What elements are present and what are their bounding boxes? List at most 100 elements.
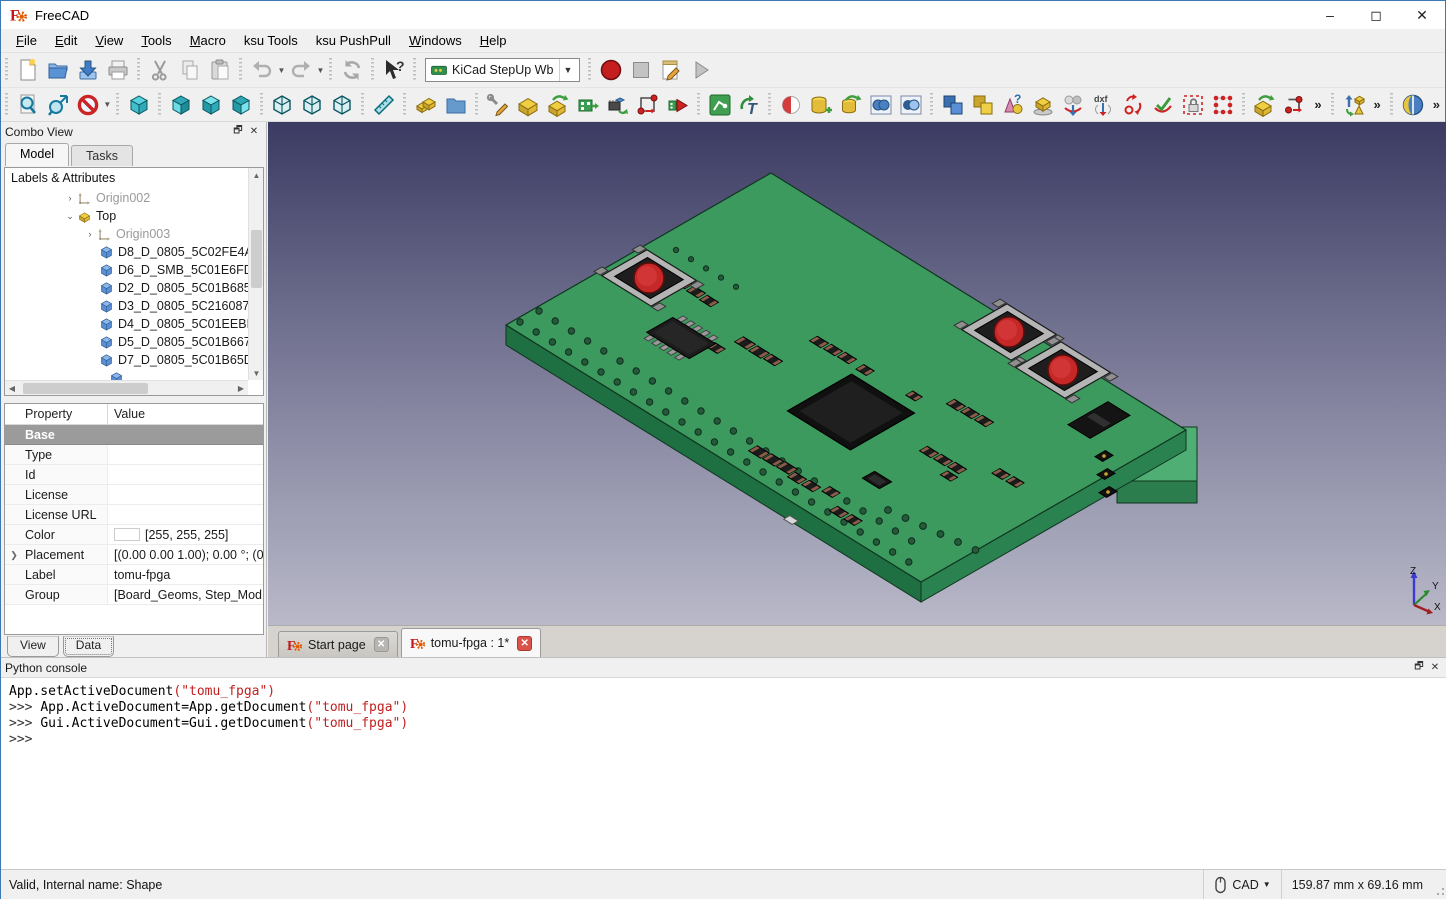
ksu-board-button[interactable] [513,90,543,120]
ksu-box-view-button[interactable] [1028,90,1058,120]
ksu-rotate-parts-button[interactable] [1118,90,1148,120]
view-axonometric-button[interactable] [124,90,154,120]
property-value[interactable] [108,445,263,464]
view-left-button[interactable] [327,90,357,120]
tree-item-d4_d_0805_5c01eebe[interactable]: D4_D_0805_5C01EEBE [5,315,248,333]
view-top-button[interactable] [196,90,226,120]
ksu-export-step-button[interactable] [543,90,573,120]
tree-item-d3_d_0805_5c216087[interactable]: D3_D_0805_5C216087 [5,297,248,315]
ksu-dxf-import-button[interactable]: dxf [1088,90,1118,120]
draw-style-button[interactable] [73,90,103,120]
save-document-button[interactable] [73,55,103,85]
tree-item-origin002[interactable]: ›Origin002 [5,189,248,207]
macro-play-button[interactable] [686,55,716,85]
toolbar-overflow-icon[interactable]: » [1428,97,1445,112]
ksu-path-tool-button[interactable] [1279,90,1309,120]
expand-chevron-icon[interactable]: ❯ [5,545,23,564]
tree-item-top[interactable]: ⌄Top [5,207,248,225]
property-row-placement[interactable]: ❯Placement[(0.00 0.00 1.00); 0.00 °; (0.… [5,545,263,565]
ksu-step-model-button[interactable] [411,90,441,120]
toolbar-grip[interactable] [411,58,419,82]
view-front-button[interactable] [166,90,196,120]
chevron-icon[interactable]: ⌄ [65,211,75,222]
python-console-body[interactable]: App.setActiveDocument("tomu_fpga")>>> Ap… [1,678,1446,754]
ksu-cylinder-add-button[interactable] [806,90,836,120]
ksu-lock-selection-button[interactable] [1178,90,1208,120]
draw-style-dropdown-icon[interactable]: ▼ [103,100,112,109]
toolbar-overflow-icon[interactable]: » [1309,97,1326,112]
toolbar-grip[interactable] [359,93,367,117]
property-row-type[interactable]: Type [5,445,263,465]
tree-item-d5_d_0805_5c01b667[interactable]: D5_D_0805_5C01B667 [5,333,248,351]
menu-macro[interactable]: Macro [181,30,235,51]
property-row-license-url[interactable]: License URL [5,505,263,525]
toolbar-grip[interactable] [1388,93,1396,117]
toolbar-grip[interactable] [237,58,245,82]
toolbar-grip[interactable] [3,93,11,117]
open-document-button[interactable] [43,55,73,85]
view-right-button[interactable] [226,90,256,120]
whats-this-button[interactable]: ? [379,55,409,85]
toolbar-grip[interactable] [114,93,122,117]
ksu-fuse-button[interactable] [866,90,896,120]
ksu-sphere-button[interactable] [776,90,806,120]
ksu-check-model-button[interactable] [1148,90,1178,120]
tree-horizontal-scrollbar[interactable]: ◀ ▶ [5,380,248,395]
toolbar-grip[interactable] [135,58,143,82]
ksu-push-changes-button[interactable] [663,90,693,120]
close-tab-icon[interactable]: ✕ [517,636,532,651]
macro-stop-button[interactable] [626,55,656,85]
ksu-move-footprint-button[interactable] [633,90,663,120]
property-value[interactable]: [(0.00 0.00 1.00); 0.00 °; (0.... [108,545,263,564]
combo-float-button[interactable]: 🗗 [230,125,246,139]
tree-item-origin003[interactable]: ›Origin003 [5,225,248,243]
view-bottom-button[interactable] [297,90,327,120]
ksu-update-footprints-button[interactable] [573,90,603,120]
ksu-shape-check-button[interactable]: ? [998,90,1028,120]
print-document-button[interactable] [103,55,133,85]
combo-close-button[interactable]: ✕ [246,125,262,139]
ksu-tools-button[interactable] [483,90,513,120]
fit-selection-button[interactable] [43,90,73,120]
toolbar-grip[interactable] [766,93,774,117]
paste-button[interactable] [205,55,235,85]
toolbar-grip[interactable] [156,93,164,117]
ksu-select-region-button[interactable] [1208,90,1238,120]
toolbar-grip[interactable] [586,58,594,82]
ksu-overlap-blue-button[interactable] [938,90,968,120]
ksu-edge-text-button[interactable]: T [735,90,765,120]
pcb-3d-scene[interactable] [268,122,1446,625]
nav-style-selector[interactable]: CAD ▼ [1203,870,1280,899]
maximize-button[interactable]: ◻ [1353,1,1399,29]
ksu-sync-models-button[interactable] [1339,90,1369,120]
menu-edit[interactable]: Edit [46,30,86,51]
scroll-down-icon[interactable]: ▼ [249,366,264,380]
tab-data[interactable]: Data [63,636,114,657]
chevron-icon[interactable]: › [65,193,75,203]
menu-ksu-tools[interactable]: ksu Tools [235,30,307,51]
ksu-overlap-yellow-button[interactable] [968,90,998,120]
toolbar-grip[interactable] [369,58,377,82]
property-value[interactable]: tomu-fpga [108,565,263,584]
undo-button[interactable] [247,55,277,85]
scroll-thumb[interactable] [23,383,148,394]
tree-item-d7_d_0805_5c01b65d[interactable]: D7_D_0805_5C01B65D [5,351,248,369]
scroll-up-icon[interactable]: ▲ [249,168,264,182]
tab-tasks[interactable]: Tasks [71,145,133,166]
document-tab-start-page[interactable]: FStart page✕ [278,631,398,657]
toolbar-grip[interactable] [258,93,266,117]
close-tab-icon[interactable]: ✕ [374,637,389,652]
redo-dropdown-icon[interactable]: ▼ [316,66,325,75]
toolbar-grip[interactable] [327,58,335,82]
ksu-visibility-export-button[interactable] [1058,90,1088,120]
tree-vertical-scrollbar[interactable]: ▲ ▼ [248,168,263,380]
property-row-group[interactable]: Group[Board_Geoms, Step_Mod... [5,585,263,605]
macro-record-button[interactable] [596,55,626,85]
resize-grip[interactable] [1433,870,1446,899]
refresh-button[interactable] [337,55,367,85]
tree-item-d8_d_0805_5c02fe4a[interactable]: D8_D_0805_5C02FE4A [5,243,248,261]
chevron-down-icon[interactable]: ▼ [559,59,575,81]
tab-model[interactable]: Model [5,143,69,166]
scroll-right-icon[interactable]: ▶ [234,381,248,396]
tree-item[interactable] [5,369,248,380]
